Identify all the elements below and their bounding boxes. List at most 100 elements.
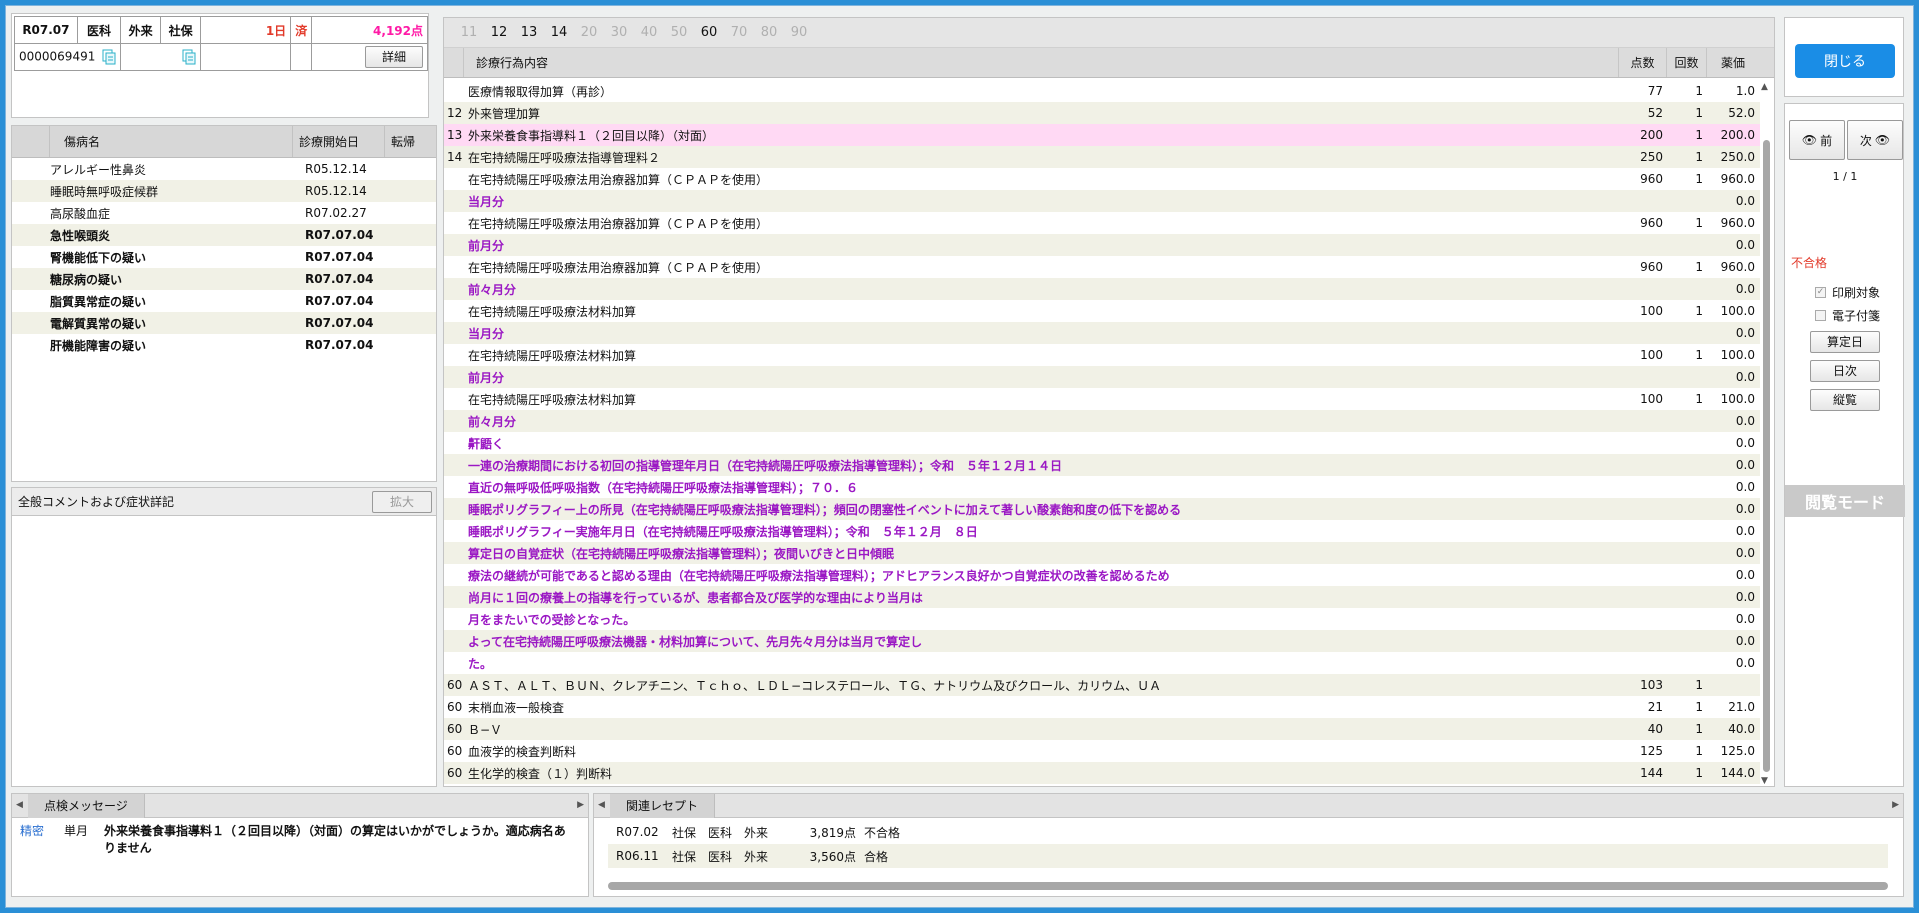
tab-category[interactable]: 50 [664,25,694,40]
procedure-row[interactable]: 当月分 0.0 [444,190,1760,212]
tab-category[interactable]: 30 [604,25,634,40]
disease-name: 腎機能低下の疑い [50,250,147,265]
scroll-thumb[interactable] [1763,140,1770,772]
procedure-row[interactable]: 在宅持続陽圧呼吸療法用治療器加算（ＣＰＡＰを使用） 960 1 960.0 [444,212,1760,234]
tab-category[interactable]: 11 [454,25,484,40]
e-attach-checkbox[interactable]: 電子付箋 [1815,307,1880,324]
disease-row[interactable]: 高尿酸血症 R07.02.27 [12,202,436,224]
procedure-row[interactable]: 前月分 0.0 [444,234,1760,256]
tab-right-arrow-icon[interactable]: ▶ [577,800,584,810]
procedure-row[interactable]: 医療情報取得加算（再診） 77 1 1.0 [444,80,1760,102]
disease-row[interactable]: 電解質異常の疑い R07.07.04 [12,312,436,334]
procedure-value: 0.0 [1735,436,1755,450]
procedure-row[interactable]: 在宅持続陽圧呼吸療法材料加算 100 1 100.0 [444,344,1760,366]
procedure-row[interactable]: 60 ＡＳＴ、ＡＬＴ、ＢＵＮ、クレアチニン、Ｔｃｈｏ、ＬＤＬ−コレステロール、ＴＧ… [444,674,1760,696]
disease-row[interactable]: 脂質異常症の疑い R07.07.04 [12,290,436,312]
receipt-header-table: R07.07 医科 外来 社保 1日 済 4,192点 0000069491 詳… [13,16,428,71]
procedure-row[interactable]: 鼾鼯く 0.0 [444,432,1760,454]
tab-category[interactable]: 80 [754,25,784,40]
procedure-value: 0.0 [1735,612,1755,626]
disease-row[interactable]: 睡眠時無呼吸症候群 R05.12.14 [12,180,436,202]
print-target-checkbox[interactable]: ✓ 印刷対象 [1815,284,1880,301]
scroll-down-icon[interactable]: ▼ [1761,776,1768,786]
procedure-row[interactable]: 13 外来栄養食事指導料１（２回目以降）（対面） 200 1 200.0 [444,124,1760,146]
calc-day-button[interactable]: 算定日 [1810,331,1880,353]
procedure-value: 1.0 [1735,84,1755,98]
procedure-row[interactable]: よって在宅持続陽圧呼吸療法機器・材料加算について、先月先々月分は当月で算定し 0.… [444,630,1760,652]
procedure-row[interactable]: 14 在宅持続陽圧呼吸療法指導管理料２ 250 1 250.0 [444,146,1760,168]
procedure-value: 0.0 [1735,568,1755,582]
procedure-row[interactable]: 睡眠ポリグラフィー実施年月日（在宅持続陽圧呼吸療法指導管理料）；令和 ５年１２月… [444,520,1760,542]
procedure-count: 1 [1695,172,1703,186]
procedure-row[interactable]: 直近の無呼吸低呼吸指数（在宅持続陽圧呼吸療法指導管理料）；７０．６ 0.0 [444,476,1760,498]
view-mode-label: 閲覧モード [1785,485,1905,517]
procedure-value: 0.0 [1735,502,1755,516]
procedure-row[interactable]: 尚月に１回の療養上の指導を行っているが、患者都合及び医学的な理由により当月は 0.… [444,586,1760,608]
procedure-row[interactable]: 一連の治療期間における初回の指導管理年月日（在宅持続陽圧呼吸療法指導管理料）；令… [444,454,1760,476]
tab-category[interactable]: 13 [514,25,544,40]
tab-category[interactable]: 70 [724,25,754,40]
tab-inspection[interactable]: 点検メッセージ [28,793,145,818]
procedure-points: 960 [1640,172,1663,186]
era-month: R07.07 [14,16,78,44]
procedure-name: 外来管理加算 [468,106,541,121]
procedure-row[interactable]: 在宅持続陽圧呼吸療法用治療器加算（ＣＰＡＰを使用） 960 1 960.0 [444,168,1760,190]
procedure-row[interactable]: 在宅持続陽圧呼吸療法材料加算 100 1 100.0 [444,300,1760,322]
disease-row[interactable]: アレルギー性鼻炎 R05.12.14 [12,158,436,180]
tab-left-arrow-icon[interactable]: ◀ [598,800,605,810]
disease-row[interactable]: 急性喉頭炎 R07.07.04 [12,224,436,246]
related-points: 3,819点 [809,825,856,840]
procedure-row[interactable]: 月をまたいでの受診となった。 0.0 [444,608,1760,630]
disease-row[interactable]: 腎機能低下の疑い R07.07.04 [12,246,436,268]
procedure-row[interactable]: 睡眠ポリグラフィー上の所見（在宅持続陽圧呼吸療法指導管理料）；頻回の閉塞性イベン… [444,498,1760,520]
tab-related[interactable]: 関連レセプト [610,793,716,818]
tab-right-arrow-icon[interactable]: ▶ [1892,800,1899,810]
procedure-row[interactable]: 12 外来管理加算 52 1 52.0 [444,102,1760,124]
procedure-row[interactable]: 算定日の自覚症状（在宅持続陽圧呼吸療法指導管理料）；夜間いびきと日中傾眠 0.0 [444,542,1760,564]
vertical-button[interactable]: 縦覧 [1810,389,1880,411]
procedure-row[interactable]: 前々月分 0.0 [444,410,1760,432]
disease-row[interactable]: 糖尿病の疑い R07.07.04 [12,268,436,290]
procedure-row[interactable]: 60 Ｂ−Ｖ 40 1 40.0 [444,718,1760,740]
vertical-scrollbar[interactable]: ▲ ▼ [1760,82,1772,786]
procedure-row[interactable]: 前月分 0.0 [444,366,1760,388]
prev-button[interactable]: 👁 前 [1789,120,1845,160]
tab-category[interactable]: 60 [694,25,724,40]
scroll-up-icon[interactable]: ▲ [1761,82,1768,92]
procedure-row[interactable]: 当月分 0.0 [444,322,1760,344]
procedure-row[interactable]: 60 生化学的検査（１）判断料 144 1 144.0 [444,762,1760,784]
detail-button[interactable]: 詳細 [365,46,423,68]
document-icon[interactable] [102,49,116,65]
procedure-row[interactable]: 前々月分 0.0 [444,278,1760,300]
next-button[interactable]: 次 👁 [1847,120,1903,160]
related-receipt-row[interactable]: R06.11 社保 医科 外来 3,560点 合格 [608,844,1888,868]
expand-button[interactable]: 拡大 [372,490,432,513]
horizontal-scrollbar[interactable] [608,882,1888,890]
procedure-row[interactable]: 療法の継続が可能であると認める理由（在宅持続陽圧呼吸療法指導管理料）；アドヒアラ… [444,564,1760,586]
tab-category[interactable]: 40 [634,25,664,40]
procedure-row[interactable]: 60 血液学的検査判断料 125 1 125.0 [444,740,1760,762]
procedure-value: 960.0 [1720,172,1755,186]
tab-category[interactable]: 90 [784,25,814,40]
inspection-message-row[interactable]: 精密 単月 外来栄養食事指導料１（２回目以降）（対面）の算定はいかがでしょうか。… [12,818,588,860]
related-receipt-row[interactable]: R07.02 社保 医科 外来 3,819点 不合格 [608,820,1888,844]
disease-row[interactable]: 肝機能障害の疑い R07.07.04 [12,334,436,356]
tab-category[interactable]: 20 [574,25,604,40]
procedure-name: 睡眠ポリグラフィー実施年月日（在宅持続陽圧呼吸療法指導管理料）；令和 ５年１２月… [468,524,978,539]
procedure-points: 21 [1647,700,1663,714]
tab-category[interactable]: 12 [484,25,514,40]
procedure-row[interactable]: 60 末梢血液一般検査 21 1 21.0 [444,696,1760,718]
tab-left-arrow-icon[interactable]: ◀ [16,800,23,810]
procedure-name: 在宅持続陽圧呼吸療法材料加算 [468,304,637,319]
comment-textarea[interactable] [12,516,436,784]
procedure-row[interactable]: 在宅持続陽圧呼吸療法用治療器加算（ＣＰＡＰを使用） 960 1 960.0 [444,256,1760,278]
disease-start-date: R07.07.04 [305,338,374,352]
procedure-value: 144.0 [1720,766,1755,780]
procedure-row[interactable]: 在宅持続陽圧呼吸療法材料加算 100 1 100.0 [444,388,1760,410]
daily-button[interactable]: 日次 [1810,360,1880,382]
tab-category[interactable]: 14 [544,25,574,40]
related-receipts-panel: ◀ 関連レセプト ▶ R07.02 社保 医科 外来 3,819点 不合格 R06.11 社保… [593,793,1904,897]
procedure-row[interactable]: た。 0.0 [444,652,1760,674]
close-button[interactable]: 閉じる [1795,44,1895,78]
document-icon[interactable] [182,49,196,65]
